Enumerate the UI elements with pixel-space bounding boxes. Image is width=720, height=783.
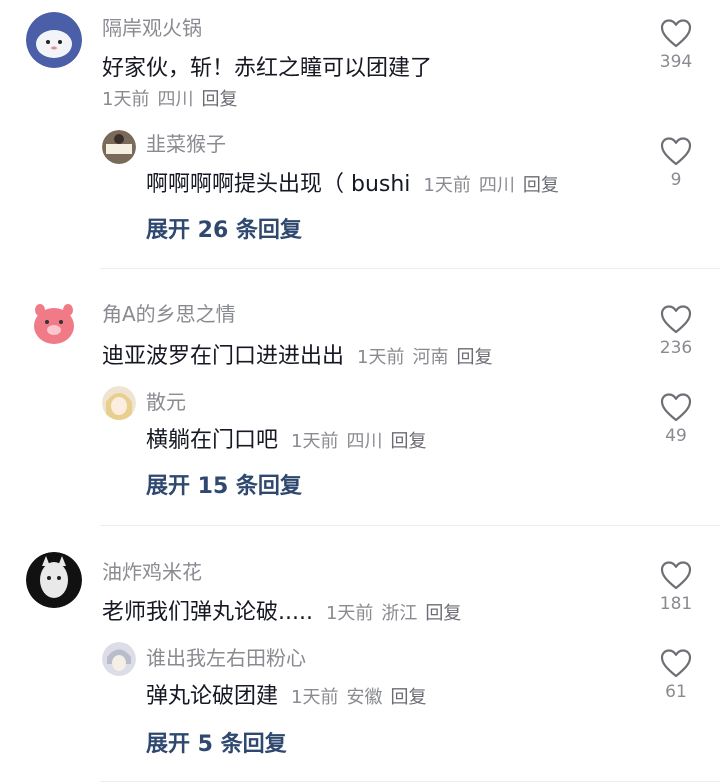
reply-text: 横躺在门口吧 1天前 四川 回复: [146, 422, 434, 454]
like-button[interactable]: 394: [646, 18, 706, 72]
reply-button[interactable]: 回复: [523, 175, 559, 196]
reply-time: 1天前: [291, 431, 339, 452]
comment-text: 老师我们弹丸论破..... 1天前 浙江 回复: [102, 594, 469, 626]
like-button[interactable]: 9: [646, 136, 706, 190]
comment-text-content: 迪亚波罗在门口进进出出: [102, 344, 345, 369]
reply-username[interactable]: 谁出我左右田粉心: [146, 642, 306, 671]
reply-location: 安徽: [346, 687, 383, 708]
reply-button[interactable]: 回复: [390, 687, 426, 708]
reply-location: 四川: [346, 431, 383, 452]
reply-button[interactable]: 回复: [201, 89, 237, 110]
comment-text-content: 老师我们弹丸论破.....: [102, 600, 313, 625]
divider: [100, 525, 720, 526]
comment-text: 迪亚波罗在门口进进出出 1天前 河南 回复: [102, 338, 500, 370]
heart-outline-icon: [660, 561, 692, 590]
divider: [100, 781, 720, 782]
heart-outline-icon: [660, 393, 692, 422]
reply-text-content: 弹丸论破团建: [146, 684, 279, 709]
comment-location: 河南: [412, 347, 449, 368]
divider: [100, 268, 720, 269]
comment-meta: 1天前 四川 回复: [102, 85, 245, 111]
comment-username[interactable]: 油炸鸡米花: [102, 556, 202, 585]
expand-replies-button[interactable]: 展开 26 条回复: [146, 212, 302, 244]
expand-replies-button[interactable]: 展开 15 条回复: [146, 468, 302, 500]
like-count: 236: [659, 338, 693, 358]
like-count: 61: [665, 682, 687, 702]
reply-avatar[interactable]: [102, 386, 136, 420]
reply-button[interactable]: 回复: [425, 603, 461, 624]
like-count: 394: [659, 52, 693, 72]
reply-text-content: 横躺在门口吧: [146, 428, 279, 453]
comment-location: 四川: [157, 89, 194, 110]
reply-text: 啊啊啊啊提头出现（ bushi 1天前 四川 回复: [146, 166, 567, 198]
heart-outline-icon: [660, 305, 692, 334]
like-button[interactable]: 49: [646, 392, 706, 446]
like-count: 49: [665, 426, 687, 446]
like-count: 181: [659, 594, 693, 614]
reply-text-content: 啊啊啊啊提头出现（ bushi: [146, 172, 411, 197]
reply-avatar[interactable]: [102, 642, 136, 676]
comment-time: 1天前: [357, 347, 405, 368]
expand-replies-button[interactable]: 展开 5 条回复: [146, 726, 287, 758]
reply-username[interactable]: 散元: [146, 386, 186, 415]
heart-outline-icon: [660, 649, 692, 678]
reply-button[interactable]: 回复: [390, 431, 426, 452]
reply-time: 1天前: [291, 687, 339, 708]
reply-username[interactable]: 韭菜猴子: [146, 128, 226, 157]
like-button[interactable]: 61: [646, 648, 706, 702]
reply-button[interactable]: 回复: [456, 347, 492, 368]
reply-time: 1天前: [423, 175, 471, 196]
avatar[interactable]: [26, 296, 82, 352]
reply-location: 四川: [478, 175, 515, 196]
avatar[interactable]: [26, 12, 82, 68]
comment-location: 浙江: [381, 603, 418, 624]
comment-username[interactable]: 角A的乡思之情: [102, 298, 236, 327]
reply-text: 弹丸论破团建 1天前 安徽 回复: [146, 678, 434, 710]
heart-outline-icon: [660, 19, 692, 48]
like-button[interactable]: 236: [646, 304, 706, 358]
like-button[interactable]: 181: [646, 560, 706, 614]
reply-avatar[interactable]: [102, 130, 136, 164]
avatar[interactable]: [26, 552, 82, 608]
comment-text: 好家伙，斩！赤红之瞳可以团建了: [102, 56, 433, 81]
comment-time: 1天前: [325, 603, 374, 624]
heart-outline-icon: [660, 137, 692, 166]
like-count: 9: [670, 170, 682, 190]
comment-username[interactable]: 隔岸观火锅: [102, 12, 202, 41]
comment-time: 1天前: [102, 89, 150, 110]
